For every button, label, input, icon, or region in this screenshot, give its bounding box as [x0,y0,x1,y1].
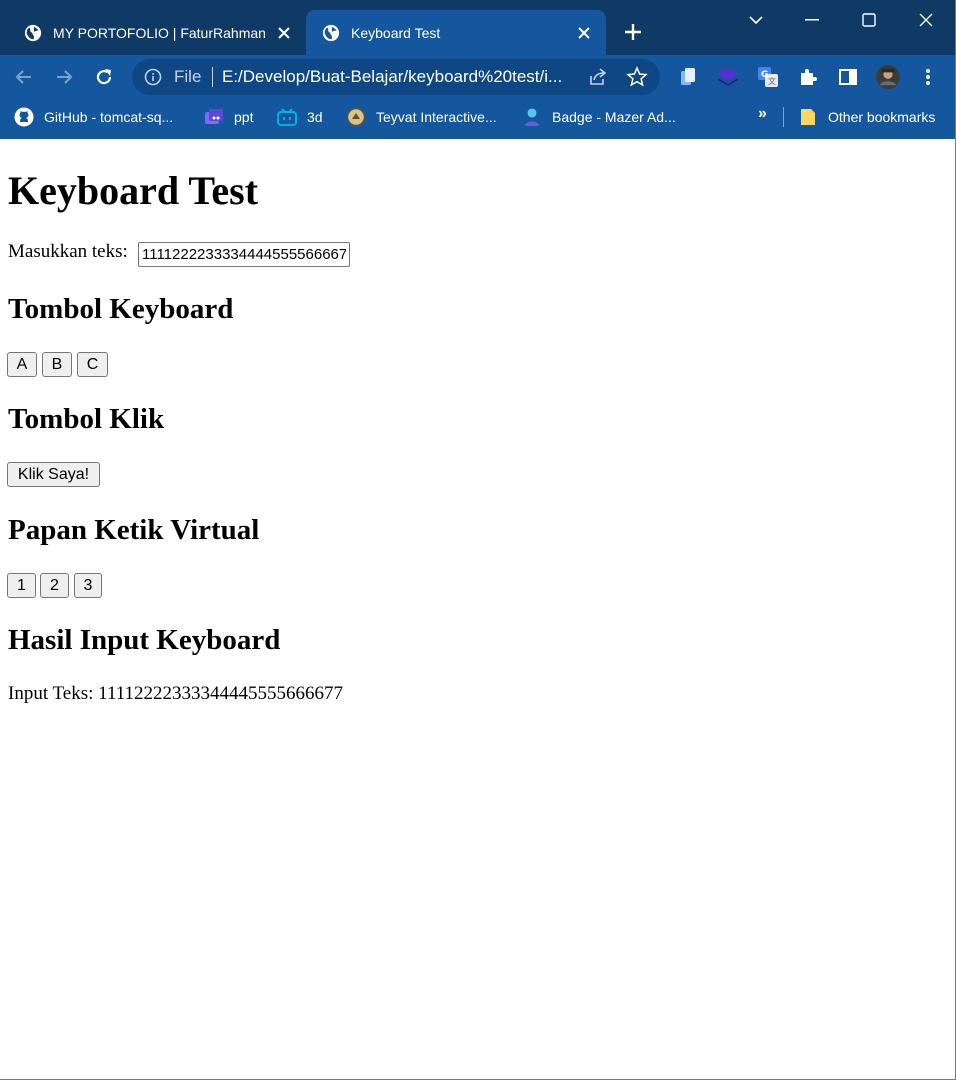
tab-portfolio[interactable]: MY PORTOFOLIO | FaturRahman [8,10,306,55]
close-icon[interactable] [274,23,294,43]
browser-window: MY PORTOFOLIO | FaturRahman Keyboard Tes… [0,0,956,1080]
section-title-result: Hasil Input Keyboard [8,624,281,656]
bilibili-icon [277,107,297,127]
tab-keyboard-test[interactable]: Keyboard Test [306,10,606,55]
browser-toolbar: File E:/Develop/Buat-Belajar/keyboard%20… [0,55,955,99]
address-bar[interactable]: File E:/Develop/Buat-Belajar/keyboard%20… [132,59,660,95]
tab-title: Keyboard Test [351,24,441,41]
click-me-button[interactable]: Klik Saya! [7,462,100,487]
globe-icon [24,24,42,41]
github-icon [14,107,34,127]
bookmark-label: GitHub - tomcat-sq... [44,108,174,125]
bookmark-label: Other bookmarks [828,108,936,125]
bookmark-star-icon[interactable] [626,66,648,88]
reload-icon[interactable] [92,65,116,89]
teyvat-map-icon [346,107,366,127]
tab-strip: MY PORTOFOLIO | FaturRahman Keyboard Tes… [0,0,955,55]
menu-kebab-icon[interactable] [916,65,940,89]
translate-icon[interactable]: G文 [756,65,780,89]
key-button-b[interactable]: B [42,352,72,377]
section-title-virtual: Papan Ketik Virtual [8,514,260,546]
page-title: Keyboard Test [8,168,259,213]
profile-avatar[interactable] [876,65,900,89]
page-content: Keyboard Test Masukkan teks: Tombol Keyb… [0,140,955,1079]
maximize-icon[interactable] [857,8,881,32]
bookmark-label: Teyvat Interactive... [376,108,497,125]
key-button-c[interactable]: C [77,352,108,377]
tab-search-icon[interactable] [744,8,768,32]
new-tab-icon[interactable] [622,21,644,43]
bookmark-label: ppt [234,108,254,125]
address-separator [212,67,213,87]
info-icon[interactable] [144,68,162,86]
virtual-key-3[interactable]: 3 [74,573,102,598]
forward-icon[interactable] [52,65,76,89]
close-icon[interactable] [574,23,594,43]
bookmarks-bar: GitHub - tomcat-sq... ppt 3d Teyvat Inte… [0,99,955,139]
share-icon[interactable] [588,67,608,87]
bookmarks-overflow-button[interactable]: » [758,105,767,123]
tab-title: MY PORTOFOLIO | FaturRahman [53,24,266,41]
other-bookmarks-button[interactable]: Other bookmarks [798,99,935,134]
mazer-icon [522,107,542,127]
virtual-key-2[interactable]: 2 [40,573,69,598]
bookmark-label: Badge - Mazer Ad... [552,108,676,125]
bookmark-label: 3d [307,108,323,125]
extension-layers-icon[interactable] [716,65,740,89]
svg-text:文: 文 [768,76,776,86]
text-input[interactable] [138,242,350,267]
input-label: Masukkan teks: [8,241,128,262]
bookmark-3d[interactable]: 3d [277,99,323,134]
minimize-icon[interactable] [800,8,824,32]
bookmark-mazer[interactable]: Badge - Mazer Ad... [522,99,676,134]
result-text: Input Teks: 11112222333344445555666677 [8,683,344,704]
section-title-click: Tombol Klik [8,403,165,435]
bookmark-ppt[interactable]: ppt [204,99,253,134]
globe-icon [322,24,340,41]
bookmarks-separator [783,107,784,127]
scheme-label: File [174,67,202,86]
ppt-bookmark-icon [204,107,224,127]
close-window-icon[interactable] [914,8,938,32]
key-button-a[interactable]: A [7,352,37,377]
bookmark-github[interactable]: GitHub - tomcat-sq... [14,99,173,134]
side-panel-icon[interactable] [836,65,860,89]
section-title-keyboard: Tombol Keyboard [8,293,234,325]
back-icon[interactable] [12,65,36,89]
virtual-key-1[interactable]: 1 [7,573,36,598]
extension-docs-icon[interactable] [676,65,700,89]
bookmark-teyvat[interactable]: Teyvat Interactive... [346,99,497,134]
url-text[interactable]: E:/Develop/Buat-Belajar/keyboard%20test/… [222,67,582,87]
extensions-puzzle-icon[interactable] [796,65,820,89]
folder-icon [798,107,818,127]
